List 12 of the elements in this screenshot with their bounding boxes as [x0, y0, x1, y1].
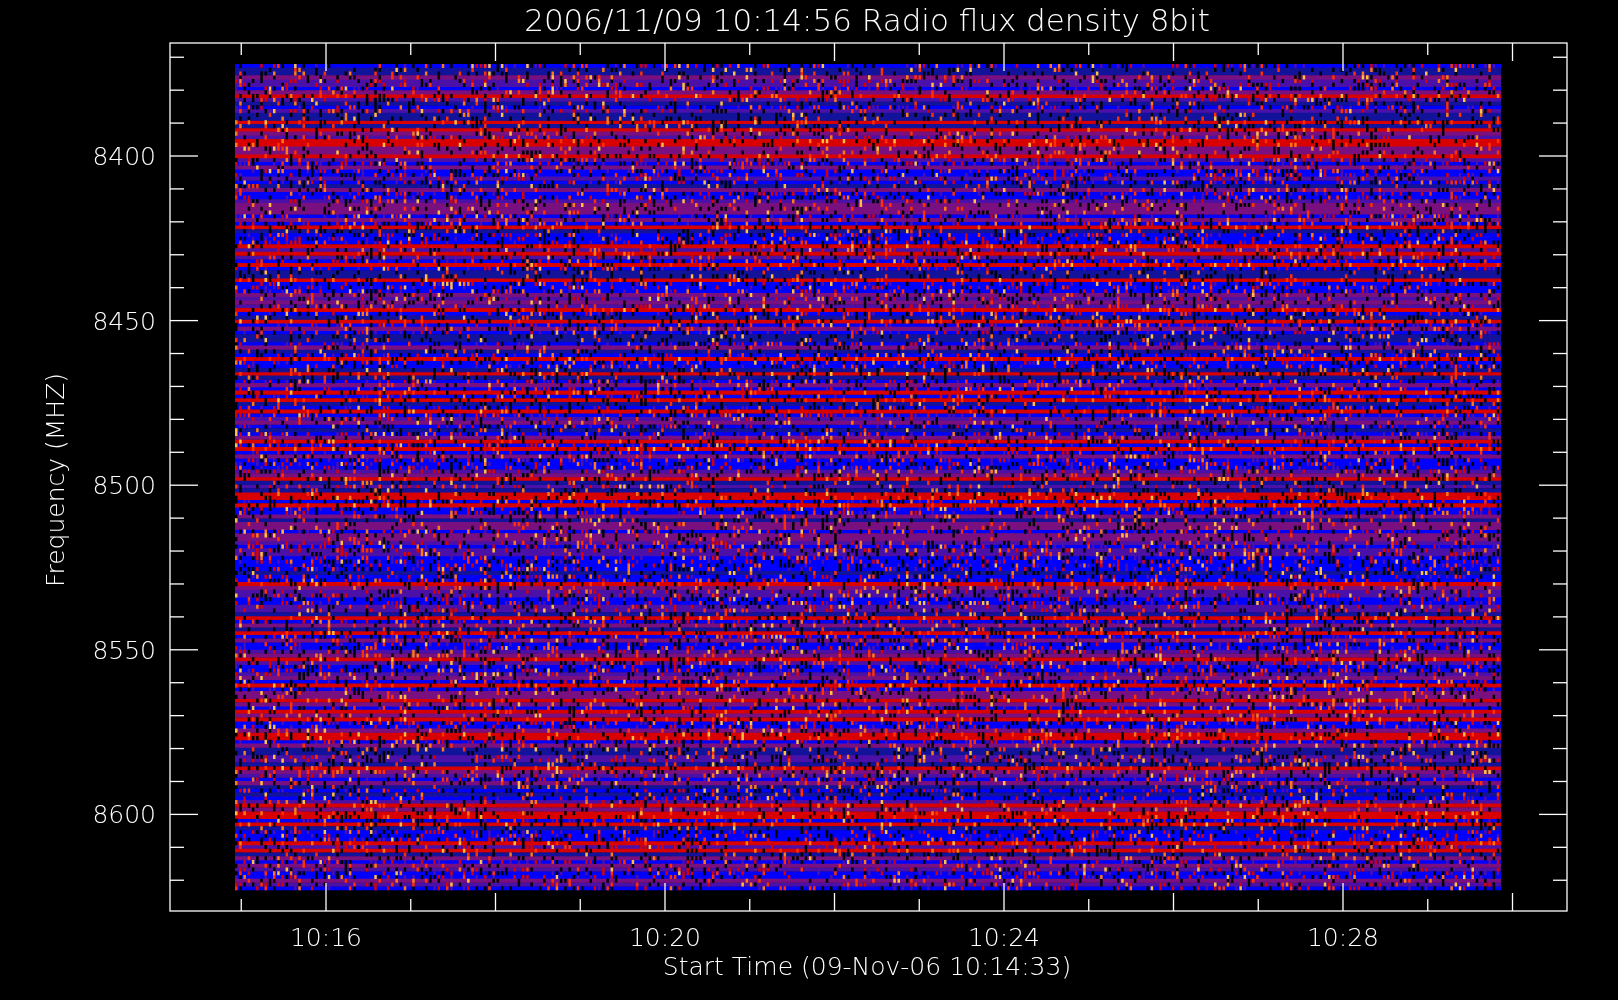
y-tick-label: 8450	[92, 306, 156, 336]
y-axis-label: Frequency (MHZ)	[41, 372, 70, 588]
y-tick-label: 8500	[92, 471, 156, 501]
x-tick-label: 10:24	[968, 923, 1040, 952]
x-tick-label: 10:20	[629, 923, 701, 952]
y-tick-label: 8400	[92, 142, 156, 171]
x-tick-label: 10:16	[290, 923, 362, 952]
chart-title: 2006/11/09 10:14:56 Radio flux density 8bit	[524, 2, 1210, 38]
x-tick-label: 10:28	[1307, 923, 1379, 952]
y-tick-label: 8600	[92, 800, 156, 830]
x-axis-label: Start Time (09-Nov-06 10:14:33)	[662, 952, 1072, 981]
y-tick-label: 8550	[92, 635, 156, 665]
